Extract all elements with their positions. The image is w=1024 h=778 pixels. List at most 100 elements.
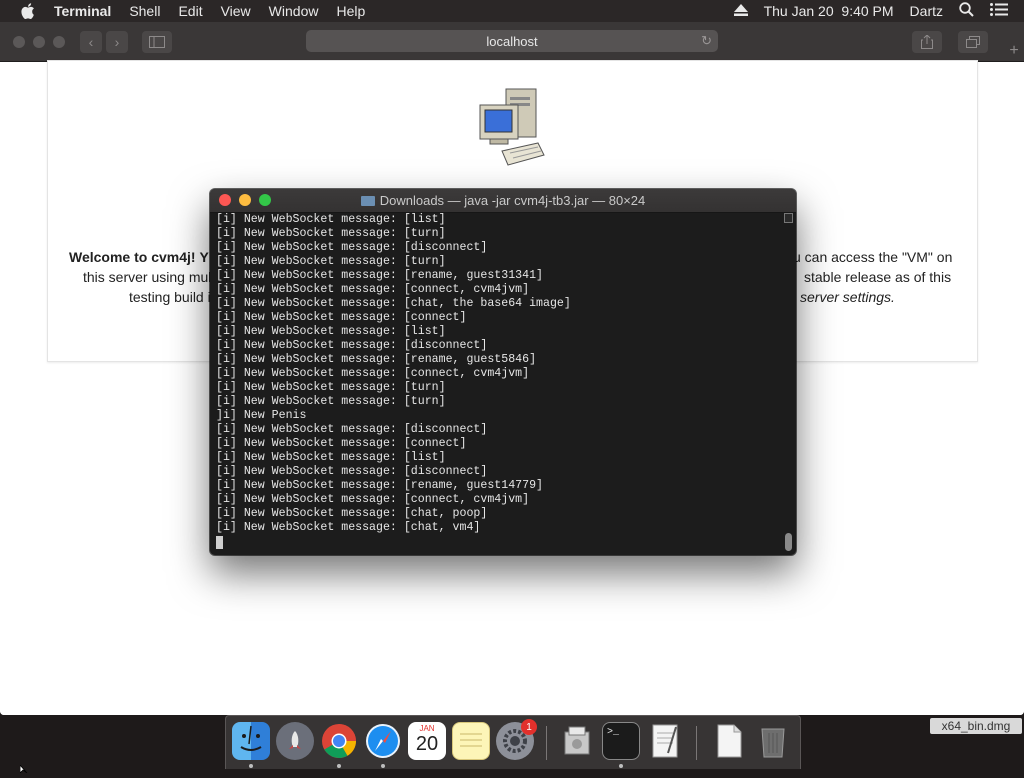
terminal-scrollbar[interactable] xyxy=(784,213,793,553)
terminal-line: [i] New WebSocket message: [disconnect] xyxy=(216,465,488,478)
terminal-minimize-button[interactable] xyxy=(239,194,251,206)
terminal-line: [i] New WebSocket message: [turn] xyxy=(216,255,446,268)
server-settings-text: server settings. xyxy=(800,289,895,305)
terminal-line: [i] New WebSocket message: [connect, cvm… xyxy=(216,493,530,506)
folder-icon xyxy=(360,195,375,206)
running-indicator xyxy=(249,764,253,768)
terminal-line: [i] New WebSocket message: [connect] xyxy=(216,437,467,450)
terminal-window[interactable]: Downloads — java -jar cvm4j-tb3.jar — 80… xyxy=(210,189,796,555)
chevron-right-icon: › xyxy=(114,34,120,50)
dock-separator xyxy=(696,726,697,760)
terminal-line: ]i] New Penis xyxy=(216,409,307,422)
launchpad-icon[interactable] xyxy=(276,722,314,760)
menu-app-name[interactable]: Terminal xyxy=(54,3,111,19)
terminal-line: [i] New WebSocket message: [chat, poop] xyxy=(216,507,488,520)
eject-icon[interactable] xyxy=(733,3,748,19)
terminal-line: [i] New WebSocket message: [rename, gues… xyxy=(216,353,537,366)
terminal-zoom-button[interactable] xyxy=(259,194,271,206)
sidebar-button[interactable] xyxy=(142,31,172,53)
terminal-line: [i] New WebSocket message: [connect] xyxy=(216,311,467,324)
trash-icon[interactable] xyxy=(754,722,792,760)
menu-shell[interactable]: Shell xyxy=(129,3,160,19)
terminal-line: [i] New WebSocket message: [connect, cvm… xyxy=(216,367,530,380)
terminal-line: [i] New WebSocket message: [turn] xyxy=(216,227,446,240)
tabs-overview-button[interactable] xyxy=(958,31,988,53)
notes-icon[interactable] xyxy=(452,722,490,760)
menu-user[interactable]: Dartz xyxy=(910,3,943,19)
terminal-line: [i] New WebSocket message: [turn] xyxy=(216,381,446,394)
calendar-icon[interactable]: JAN 20 xyxy=(408,722,446,760)
scrollbar-thumb[interactable] xyxy=(785,533,792,551)
plus-icon: + xyxy=(1009,42,1019,59)
notification-badge: 1 xyxy=(521,719,537,735)
forward-button[interactable]: › xyxy=(106,31,128,53)
apple-icon[interactable] xyxy=(20,3,36,19)
welcome-line-2-left: this server using mul xyxy=(83,269,212,285)
cursor-icon xyxy=(19,760,30,778)
calendar-month: JAN xyxy=(419,724,435,733)
minimize-button[interactable] xyxy=(33,36,45,48)
safari-toolbar: ‹ › localhost ↻ + xyxy=(0,22,1024,62)
calendar-day: 20 xyxy=(415,733,439,755)
welcome-line-3-right: server settings. xyxy=(800,287,895,307)
terminal-line: [i] New WebSocket message: [disconnect] xyxy=(216,423,488,436)
terminal-icon[interactable]: >_ xyxy=(602,722,640,760)
terminal-close-button[interactable] xyxy=(219,194,231,206)
terminal-titlebar[interactable]: Downloads — java -jar cvm4j-tb3.jar — 80… xyxy=(210,189,796,213)
terminal-line: [i] New WebSocket message: [list] xyxy=(216,451,446,464)
terminal-line: [i] New WebSocket message: [disconnect] xyxy=(216,339,488,352)
desktop-file-label[interactable]: x64_bin.dmg xyxy=(930,718,1022,734)
zoom-button[interactable] xyxy=(53,36,65,48)
terminal-line: [i] New WebSocket message: [disconnect] xyxy=(216,241,488,254)
welcome-line-1-left: Welcome to cvm4j! Y xyxy=(69,247,209,267)
sidebar-icon xyxy=(149,36,165,48)
prompt-icon: >_ xyxy=(607,727,620,738)
menu-bar: Terminal Shell Edit View Window Help Thu… xyxy=(0,0,1024,22)
document-icon[interactable] xyxy=(710,722,748,760)
textedit-icon[interactable] xyxy=(646,722,684,760)
terminal-output[interactable]: [i] New WebSocket message: [list] [i] Ne… xyxy=(216,213,778,553)
terminal-line: [i] New WebSocket message: [list] xyxy=(216,325,446,338)
tabs-icon xyxy=(966,36,980,48)
menu-window[interactable]: Window xyxy=(269,3,319,19)
terminal-line: [i] New WebSocket message: [rename, gues… xyxy=(216,269,543,282)
terminal-line: [i] New WebSocket message: [turn] xyxy=(216,395,446,408)
disk-utility-icon[interactable] xyxy=(558,722,596,760)
running-indicator xyxy=(381,764,385,768)
menu-help[interactable]: Help xyxy=(336,3,365,19)
back-button[interactable]: ‹ xyxy=(80,31,102,53)
close-button[interactable] xyxy=(13,36,25,48)
spotlight-icon[interactable] xyxy=(959,2,974,20)
terminal-cursor xyxy=(216,536,223,549)
url-text: localhost xyxy=(486,33,538,49)
welcome-line-3-left: testing build i xyxy=(129,289,211,305)
running-indicator xyxy=(619,764,623,768)
terminal-prompt-line[interactable] xyxy=(216,535,778,549)
terminal-title: Downloads — java -jar cvm4j-tb3.jar — 80… xyxy=(379,193,646,208)
menu-clock[interactable]: Thu Jan 20 9:40 PM xyxy=(764,3,894,19)
welcome-title: Welcome to cvm4j! xyxy=(69,249,196,265)
menu-edit[interactable]: Edit xyxy=(178,3,202,19)
dock-separator xyxy=(546,726,547,760)
notification-center-icon[interactable] xyxy=(990,3,1008,19)
terminal-line: [i] New WebSocket message: [chat, vm4] xyxy=(216,521,481,534)
share-icon xyxy=(921,35,933,49)
chrome-icon[interactable] xyxy=(320,722,358,760)
welcome-line-2-right: stable release as of this xyxy=(804,269,952,285)
terminal-line: [i] New WebSocket message: [connect, cvm… xyxy=(216,283,530,296)
chevron-left-icon: ‹ xyxy=(88,34,94,50)
computer-logo-icon xyxy=(478,85,548,167)
address-bar[interactable]: localhost ↻ xyxy=(306,30,718,52)
safari-icon[interactable] xyxy=(364,722,402,760)
welcome-line-1-right: u can access the "VM" on xyxy=(793,249,953,265)
dock: JAN 20 1 >_ xyxy=(225,715,801,769)
new-tab-button[interactable]: + xyxy=(1004,41,1024,61)
welcome-line-1-fragment: Y xyxy=(199,249,209,265)
terminal-line: [i] New WebSocket message: [list] xyxy=(216,213,446,226)
menu-view[interactable]: View xyxy=(221,3,251,19)
terminal-line: [i] New WebSocket message: [chat, the ba… xyxy=(216,297,571,310)
share-button[interactable] xyxy=(912,31,942,53)
reload-icon[interactable]: ↻ xyxy=(701,33,712,49)
finder-icon[interactable] xyxy=(232,722,270,760)
split-pane-icon[interactable] xyxy=(784,213,793,223)
